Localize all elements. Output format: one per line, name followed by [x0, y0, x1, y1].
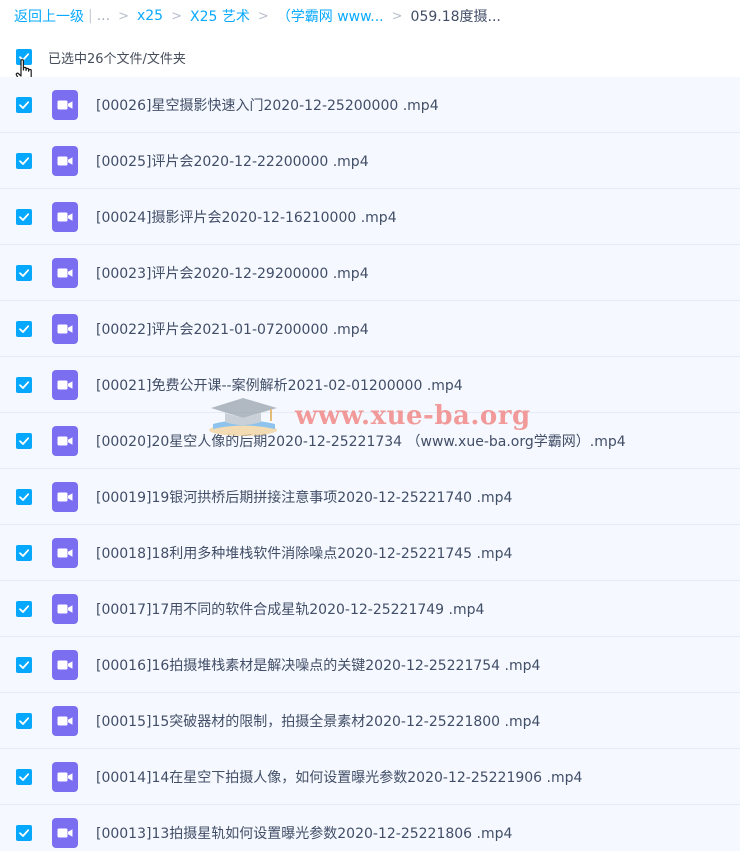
- file-row[interactable]: [00017]17用不同的软件合成星轨2020-12-25221749 .mp4: [0, 581, 740, 637]
- file-row[interactable]: [00016]16拍摄堆栈素材是解决噪点的关键2020-12-25221754 …: [0, 637, 740, 693]
- video-file-icon: [52, 817, 78, 848]
- file-row[interactable]: [00024]摄影评片会2020-12-16210000 .mp4: [0, 189, 740, 245]
- checkmark-icon: [19, 716, 30, 725]
- row-checkbox[interactable]: [16, 376, 32, 393]
- file-name[interactable]: [00017]17用不同的软件合成星轨2020-12-25221749 .mp4: [96, 599, 484, 619]
- breadcrumb: 返回上一级 | ... > x25 > X25 艺术 > （学霸网 www...…: [14, 6, 501, 26]
- file-row[interactable]: [00020]20星空人像的后期2020-12-25221734 （www.xu…: [0, 413, 740, 469]
- checkmark-icon: [19, 268, 30, 277]
- file-row[interactable]: [00015]15突破器材的限制，拍摄全景素材2020-12-25221800 …: [0, 693, 740, 749]
- checkmark-icon: [19, 660, 30, 669]
- file-row[interactable]: [00022]评片会2021-01-07200000 .mp4: [0, 301, 740, 357]
- breadcrumb-divider: |: [88, 8, 93, 24]
- file-name[interactable]: [00018]18利用多种堆栈软件消除噪点2020-12-25221745 .m…: [96, 543, 512, 563]
- back-link[interactable]: 返回上一级: [14, 6, 84, 26]
- video-file-icon: [52, 705, 78, 736]
- file-name[interactable]: [00024]摄影评片会2020-12-16210000 .mp4: [96, 207, 397, 227]
- video-file-icon: [52, 257, 78, 288]
- row-checkbox[interactable]: [16, 432, 32, 449]
- file-name[interactable]: [00016]16拍摄堆栈素材是解决噪点的关键2020-12-25221754 …: [96, 655, 540, 675]
- file-row[interactable]: [00025]评片会2020-12-22200000 .mp4: [0, 133, 740, 189]
- file-row[interactable]: [00023]评片会2020-12-29200000 .mp4: [0, 245, 740, 301]
- video-file-icon: [52, 369, 78, 400]
- file-name[interactable]: [00025]评片会2020-12-22200000 .mp4: [96, 151, 369, 171]
- row-checkbox[interactable]: [16, 320, 32, 337]
- selection-count-label: 已选中26个文件/文件夹: [48, 51, 186, 67]
- file-name[interactable]: [00021]免费公开课--案例解析2021-02-01200000 .mp4: [96, 375, 463, 395]
- video-file-icon: [52, 649, 78, 680]
- breadcrumb-item-x25[interactable]: x25: [137, 8, 163, 24]
- video-file-icon: [52, 89, 78, 120]
- checkmark-icon: [19, 828, 30, 837]
- row-checkbox[interactable]: [16, 656, 32, 673]
- file-row[interactable]: [00013]13拍摄星轨如何设置曝光参数2020-12-25221806 .m…: [0, 805, 740, 851]
- row-checkbox[interactable]: [16, 208, 32, 225]
- file-row[interactable]: [00018]18利用多种堆栈软件消除噪点2020-12-25221745 .m…: [0, 525, 740, 581]
- file-name[interactable]: [00020]20星空人像的后期2020-12-25221734 （www.xu…: [96, 431, 626, 451]
- video-file-icon: [52, 537, 78, 568]
- chevron-right-icon: >: [118, 8, 129, 24]
- file-row[interactable]: [00021]免费公开课--案例解析2021-02-01200000 .mp4: [0, 357, 740, 413]
- checkmark-icon: [19, 100, 30, 109]
- checkmark-icon: [19, 436, 30, 445]
- breadcrumb-ellipsis[interactable]: ...: [97, 8, 110, 24]
- file-row[interactable]: [00019]19银河拱桥后期拼接注意事项2020-12-25221740 .m…: [0, 469, 740, 525]
- video-file-icon: [52, 201, 78, 232]
- row-checkbox[interactable]: [16, 152, 32, 169]
- file-name[interactable]: [00014]14在星空下拍摄人像，如何设置曝光参数2020-12-252219…: [96, 767, 582, 787]
- video-file-icon: [52, 313, 78, 344]
- file-name[interactable]: [00019]19银河拱桥后期拼接注意事项2020-12-25221740 .m…: [96, 487, 512, 507]
- file-browser: 返回上一级 | ... > x25 > X25 艺术 > （学霸网 www...…: [0, 0, 740, 851]
- checkmark-icon: [19, 380, 30, 389]
- checkmark-icon: [19, 156, 30, 165]
- select-all-row: 已选中26个文件/文件夹: [0, 40, 740, 74]
- breadcrumb-item-x25-art[interactable]: X25 艺术: [190, 6, 250, 26]
- video-file-icon: [52, 481, 78, 512]
- checkmark-icon: [19, 492, 30, 501]
- checkmark-icon: [19, 212, 30, 221]
- checkmark-icon: [19, 324, 30, 333]
- checkmark-icon: [19, 772, 30, 781]
- row-checkbox[interactable]: [16, 264, 32, 281]
- breadcrumb-current: 059.18度摄...: [410, 9, 501, 25]
- chevron-right-icon: >: [171, 8, 182, 24]
- file-row[interactable]: [00026]星空摄影快速入门2020-12-25200000 .mp4: [0, 77, 740, 133]
- row-checkbox[interactable]: [16, 96, 32, 113]
- checkmark-icon: [19, 548, 30, 557]
- chevron-right-icon: >: [391, 8, 403, 24]
- file-list: [00026]星空摄影快速入门2020-12-25200000 .mp4 [00…: [0, 77, 740, 851]
- row-checkbox[interactable]: [16, 824, 32, 841]
- video-file-icon: [52, 425, 78, 456]
- row-checkbox[interactable]: [16, 712, 32, 729]
- file-name[interactable]: [00013]13拍摄星轨如何设置曝光参数2020-12-25221806 .m…: [96, 823, 512, 843]
- file-name[interactable]: [00015]15突破器材的限制，拍摄全景素材2020-12-25221800 …: [96, 711, 540, 731]
- video-file-icon: [52, 761, 78, 792]
- row-checkbox[interactable]: [16, 600, 32, 617]
- row-checkbox[interactable]: [16, 488, 32, 505]
- file-name[interactable]: [00026]星空摄影快速入门2020-12-25200000 .mp4: [96, 95, 439, 115]
- file-name[interactable]: [00023]评片会2020-12-29200000 .mp4: [96, 263, 369, 283]
- chevron-right-icon: >: [257, 8, 269, 24]
- video-file-icon: [52, 593, 78, 624]
- video-file-icon: [52, 145, 78, 176]
- file-name[interactable]: [00022]评片会2021-01-07200000 .mp4: [96, 319, 369, 339]
- file-row[interactable]: [00014]14在星空下拍摄人像，如何设置曝光参数2020-12-252219…: [0, 749, 740, 805]
- breadcrumb-item-xueba[interactable]: （学霸网 www...: [277, 6, 384, 26]
- row-checkbox[interactable]: [16, 544, 32, 561]
- checkmark-icon: [19, 604, 30, 613]
- row-checkbox[interactable]: [16, 768, 32, 785]
